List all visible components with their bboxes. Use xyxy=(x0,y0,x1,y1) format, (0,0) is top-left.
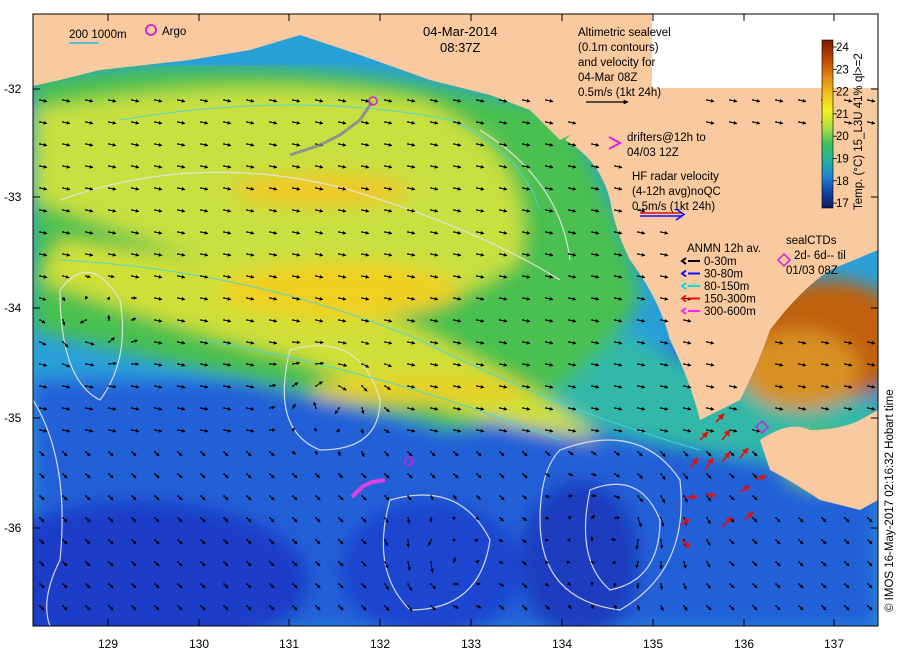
argo-label: Argo xyxy=(162,26,186,38)
x-tick-label: 130 xyxy=(189,637,209,651)
altimetry-line-3: and velocity for xyxy=(578,57,656,69)
colorbar-tick-label: 18 xyxy=(836,176,849,188)
altimetry-line-4: 04-Mar 08Z xyxy=(578,72,637,84)
y-tick-label: -34 xyxy=(4,301,22,315)
map-time: 08:37Z xyxy=(440,40,481,55)
colorbar-tick-label: 19 xyxy=(836,154,849,166)
x-tick-label: 137 xyxy=(824,637,844,651)
credit-text: © IMOS 16-May-2017 02:16:32 Hobart time xyxy=(884,389,896,612)
altimetry-line-1: Altimetric sealevel xyxy=(578,27,671,39)
y-tick-label: -32 xyxy=(4,82,22,96)
map-date: 04-Mar-2014 xyxy=(423,24,497,39)
sealctd-line-1: sealCTDs xyxy=(786,235,837,247)
anmn-title: ANMN 12h av. xyxy=(687,243,761,255)
x-tick-label: 136 xyxy=(734,637,754,651)
altimetry-line-2: (0.1m contours) xyxy=(578,42,659,54)
colorbar-tick-label: 23 xyxy=(836,64,849,76)
y-tick-label: -35 xyxy=(4,411,22,425)
y-tick-label: -33 xyxy=(4,190,22,204)
x-tick-label: 135 xyxy=(643,637,663,651)
anmn-item-label: 300-600m xyxy=(704,306,756,318)
sealctd-line-3: 01/03 08Z xyxy=(786,265,838,277)
drifters-line-1: drifters@12h to xyxy=(627,132,706,144)
anmn-item-label: 80-150m xyxy=(704,281,749,293)
colorbar-gradient xyxy=(821,39,834,209)
anmn-item-label: 150-300m xyxy=(704,294,756,306)
x-tick-label: 132 xyxy=(370,637,390,651)
colorbar-tick-label: 22 xyxy=(836,87,849,99)
anmn-item-label: 30-80m xyxy=(704,269,743,281)
x-tick-label: 133 xyxy=(461,637,481,651)
x-tick-label: 129 xyxy=(98,637,118,651)
anmn-item-label: 0-30m xyxy=(704,256,737,268)
hf-radar-line-3: 0.5m/s (1kt 24h) xyxy=(632,201,715,213)
x-tick-label: 134 xyxy=(552,637,572,651)
sealctd-line-2: 2d- 6d-- til xyxy=(794,250,846,262)
y-tick-label: -36 xyxy=(4,521,22,535)
hf-radar-line-2: (4-12h avg)noQC xyxy=(632,186,721,198)
sst-map: -32 -33 -34 -35 -36 129 130 131 132 133 134 135 136… xyxy=(4,13,896,651)
scale-bar-label: 200 1000m xyxy=(69,29,127,41)
colorbar-tick-label: 21 xyxy=(836,109,849,121)
altimetry-line-5: 0.5m/s (1kt 24h) xyxy=(578,87,661,99)
hf-radar-legend: HF radar velocity (4-12h avg)noQC 0.5m/s… xyxy=(632,171,721,221)
hf-radar-line-1: HF radar velocity xyxy=(632,171,719,183)
colorbar-label: Temp. (°C) 15_L3U 41% ql>=2 xyxy=(853,53,865,210)
x-tick-label: 131 xyxy=(279,637,299,651)
colorbar-tick-label: 24 xyxy=(836,42,849,54)
colorbar-tick-label: 17 xyxy=(836,198,849,210)
colorbar-tick-label: 20 xyxy=(836,131,849,143)
drifters-line-2: 04/03 12Z xyxy=(627,147,679,159)
plot-area xyxy=(33,14,878,626)
